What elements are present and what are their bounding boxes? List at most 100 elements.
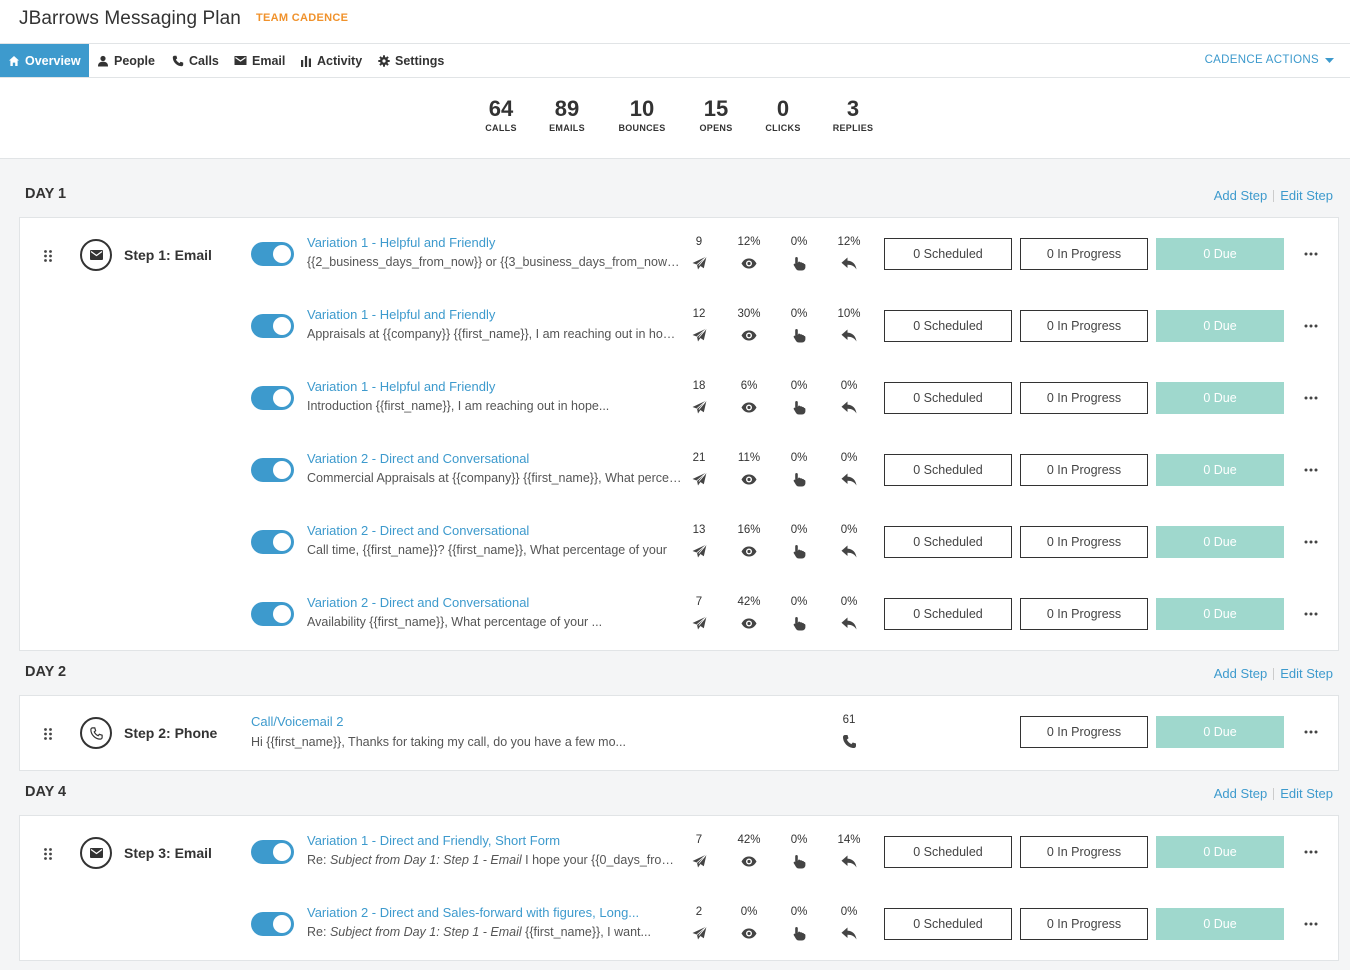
variation-description: Commercial Appraisals at {{company}} {{f… bbox=[307, 471, 682, 485]
opened-value: 30% bbox=[737, 308, 761, 320]
day-label: DAY 2 bbox=[25, 664, 67, 680]
day-actions: Add Step Edit Step bbox=[1214, 786, 1333, 801]
edit-step-link[interactable]: Edit Step bbox=[1280, 666, 1333, 681]
more-options-icon[interactable] bbox=[1302, 608, 1320, 620]
replied-value: 0% bbox=[840, 596, 858, 608]
eye-icon bbox=[741, 618, 757, 628]
variation-title-link[interactable]: Variation 2 - Direct and Conversational bbox=[307, 595, 529, 610]
clicked-value: 0% bbox=[790, 380, 808, 392]
stat-clicks: 0 CLICKS bbox=[765, 96, 801, 134]
variation-title-link[interactable]: Variation 2 - Direct and Conversational bbox=[307, 451, 529, 466]
in-progress-button[interactable]: 0 In Progress bbox=[1020, 310, 1148, 342]
variation-description: Appraisals at {{company}} {{first_name}}… bbox=[307, 327, 682, 341]
in-progress-button[interactable]: 0 In Progress bbox=[1020, 382, 1148, 414]
scheduled-button[interactable]: 0 Scheduled bbox=[884, 908, 1012, 940]
variation-toggle[interactable] bbox=[251, 242, 294, 266]
cadence-actions-dropdown[interactable]: CADENCE ACTIONS bbox=[1205, 54, 1334, 66]
eye-icon bbox=[741, 402, 757, 412]
clicked-metric: 0% bbox=[779, 523, 819, 559]
variation-title-link[interactable]: Variation 2 - Direct and Conversational bbox=[307, 523, 529, 538]
scheduled-button[interactable]: 0 Scheduled bbox=[884, 310, 1012, 342]
paper-plane-icon bbox=[692, 854, 707, 868]
more-options-icon[interactable] bbox=[1302, 320, 1320, 332]
in-progress-button[interactable]: 0 In Progress bbox=[1020, 908, 1148, 940]
tab-settings[interactable]: Settings bbox=[378, 44, 444, 77]
variation-toggle[interactable] bbox=[251, 314, 294, 338]
step-card: Step 2: Phone Call/Voicemail 2 Hi {{firs… bbox=[19, 695, 1339, 771]
add-step-link[interactable]: Add Step bbox=[1214, 786, 1268, 801]
due-button[interactable]: 0 Due bbox=[1156, 310, 1284, 342]
opened-value: 12% bbox=[737, 236, 761, 248]
clicked-value: 0% bbox=[790, 524, 808, 536]
sent-metric: 7 bbox=[679, 833, 719, 869]
paper-plane-icon bbox=[692, 544, 707, 558]
variation-title-link[interactable]: Variation 1 - Direct and Friendly, Short… bbox=[307, 833, 560, 848]
scheduled-button[interactable]: 0 Scheduled bbox=[884, 598, 1012, 630]
variation-row: Variation 2 - Direct and Conversational C… bbox=[20, 506, 1338, 578]
tab-overview[interactable]: Overview bbox=[0, 44, 89, 77]
more-options-icon[interactable] bbox=[1302, 464, 1320, 476]
eye-icon bbox=[741, 258, 757, 268]
due-button[interactable]: 0 Due bbox=[1156, 908, 1284, 940]
replied-value: 10% bbox=[837, 308, 861, 320]
due-button[interactable]: 0 Due bbox=[1156, 836, 1284, 868]
drag-handle-icon[interactable] bbox=[44, 727, 52, 740]
replied-metric: 0% bbox=[829, 595, 869, 631]
due-button[interactable]: 0 Due bbox=[1156, 238, 1284, 270]
due-button[interactable]: 0 Due bbox=[1156, 526, 1284, 558]
variation-title-link[interactable]: Variation 2 - Direct and Sales-forward w… bbox=[307, 905, 639, 920]
tab-people[interactable]: People bbox=[97, 44, 155, 77]
variation-description: {{2_business_days_from_now}} or {{3_busi… bbox=[307, 255, 682, 269]
due-button[interactable]: 0 Due bbox=[1156, 716, 1284, 748]
paper-plane-icon bbox=[692, 400, 707, 414]
pointer-hand-icon bbox=[793, 544, 805, 558]
add-step-link[interactable]: Add Step bbox=[1214, 188, 1268, 203]
variation-toggle[interactable] bbox=[251, 530, 294, 554]
reply-arrow-icon bbox=[841, 927, 857, 939]
call-title-link[interactable]: Call/Voicemail 2 bbox=[251, 714, 344, 729]
in-progress-button[interactable]: 0 In Progress bbox=[1020, 454, 1148, 486]
variation-toggle[interactable] bbox=[251, 386, 294, 410]
more-options-icon[interactable] bbox=[1302, 392, 1320, 404]
sent-value: 18 bbox=[692, 380, 706, 392]
pointer-hand-icon bbox=[793, 926, 805, 940]
more-options-icon[interactable] bbox=[1302, 726, 1320, 738]
variation-title-link[interactable]: Variation 1 - Helpful and Friendly bbox=[307, 235, 495, 250]
in-progress-button[interactable]: 0 In Progress bbox=[1020, 598, 1148, 630]
in-progress-button[interactable]: 0 In Progress bbox=[1020, 716, 1148, 748]
scheduled-button[interactable]: 0 Scheduled bbox=[884, 454, 1012, 486]
variation-toggle[interactable] bbox=[251, 602, 294, 626]
more-options-icon[interactable] bbox=[1302, 918, 1320, 930]
variation-title-link[interactable]: Variation 1 - Helpful and Friendly bbox=[307, 379, 495, 394]
due-button[interactable]: 0 Due bbox=[1156, 454, 1284, 486]
due-button[interactable]: 0 Due bbox=[1156, 598, 1284, 630]
more-options-icon[interactable] bbox=[1302, 536, 1320, 548]
variation-title-link[interactable]: Variation 1 - Helpful and Friendly bbox=[307, 307, 495, 322]
due-button[interactable]: 0 Due bbox=[1156, 382, 1284, 414]
in-progress-button[interactable]: 0 In Progress bbox=[1020, 238, 1148, 270]
in-progress-button[interactable]: 0 In Progress bbox=[1020, 526, 1148, 558]
reply-arrow-icon bbox=[841, 473, 857, 485]
scheduled-button[interactable]: 0 Scheduled bbox=[884, 526, 1012, 558]
scheduled-button[interactable]: 0 Scheduled bbox=[884, 836, 1012, 868]
sent-metric: 21 bbox=[679, 451, 719, 487]
more-options-icon[interactable] bbox=[1302, 846, 1320, 858]
add-step-link[interactable]: Add Step bbox=[1214, 666, 1268, 681]
scheduled-button[interactable]: 0 Scheduled bbox=[884, 238, 1012, 270]
variation-toggle[interactable] bbox=[251, 840, 294, 864]
edit-step-link[interactable]: Edit Step bbox=[1280, 188, 1333, 203]
tab-email[interactable]: Email bbox=[234, 44, 285, 77]
variation-row: Variation 2 - Direct and Conversational C… bbox=[20, 434, 1338, 506]
more-options-icon[interactable] bbox=[1302, 248, 1320, 260]
in-progress-button[interactable]: 0 In Progress bbox=[1020, 836, 1148, 868]
tab-calls[interactable]: Calls bbox=[172, 44, 219, 77]
sent-value: 21 bbox=[692, 452, 706, 464]
scheduled-button[interactable]: 0 Scheduled bbox=[884, 382, 1012, 414]
envelope-icon bbox=[234, 56, 247, 65]
tab-activity[interactable]: Activity bbox=[300, 44, 362, 77]
variation-toggle[interactable] bbox=[251, 458, 294, 482]
variation-description: Introduction {{first_name}}, I am reachi… bbox=[307, 399, 610, 413]
variation-toggle[interactable] bbox=[251, 912, 294, 936]
edit-step-link[interactable]: Edit Step bbox=[1280, 786, 1333, 801]
cadence-actions-label: CADENCE ACTIONS bbox=[1204, 54, 1319, 66]
